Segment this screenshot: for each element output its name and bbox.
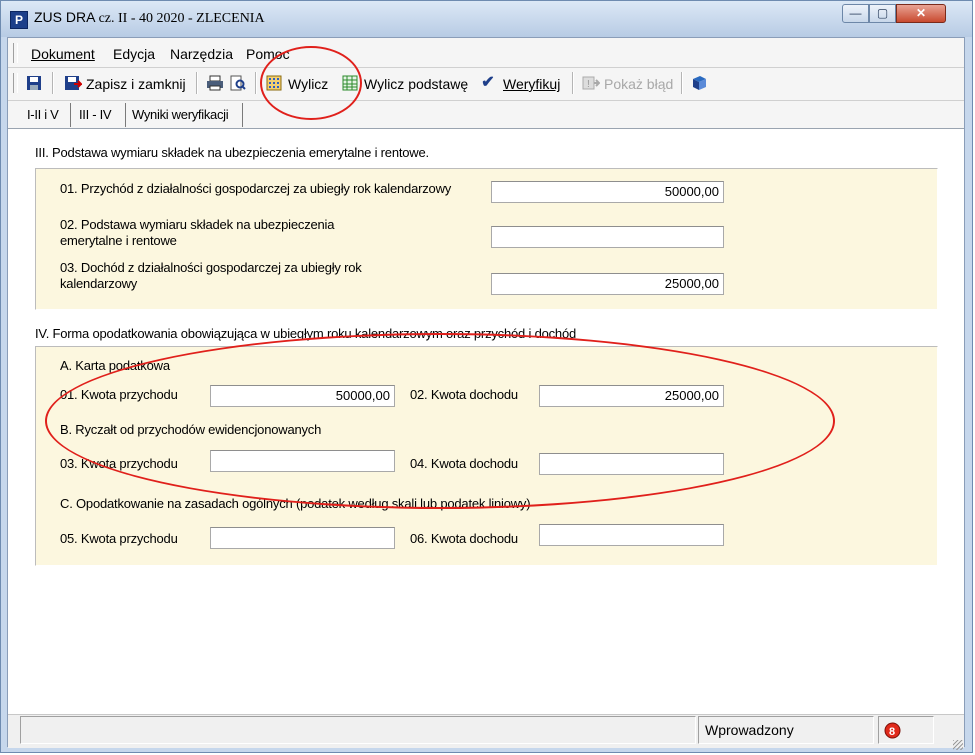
general-income-label: 05. Kwota przychodu	[60, 531, 178, 546]
tab-i-ii-v[interactable]: I-II i V	[27, 107, 59, 122]
status-panel-empty	[20, 716, 696, 744]
section-iii-title: III. Podstawa wymiaru składek na ubezpie…	[35, 145, 429, 160]
tab-iii-iv[interactable]: III - IV	[79, 107, 112, 122]
toolbar-separator	[196, 72, 198, 94]
preview-icon[interactable]	[230, 75, 246, 91]
window-title-prefix: ZUS DRA	[34, 9, 95, 25]
annotation-ellipse-section-a-b	[45, 333, 835, 509]
maximize-button[interactable]: ▢	[869, 4, 896, 23]
toolbar-grip[interactable]	[13, 73, 18, 93]
printer-icon[interactable]	[206, 75, 223, 91]
income-prior-year-label: 01. Przychód z działalności gospodarczej…	[60, 181, 452, 196]
checkmark-icon: ✔	[481, 74, 495, 91]
tab-separator	[125, 103, 126, 127]
contribution-base-field[interactable]	[491, 226, 724, 248]
toolbar-separator	[52, 72, 54, 94]
save-close-icon	[64, 75, 84, 91]
contribution-base-label: 02. Podstawa wymiaru składek na ubezpiec…	[60, 217, 334, 249]
profit-prior-year-label-line1: 03. Dochód z działalności gospodarczej z…	[60, 260, 362, 275]
verify-button[interactable]: Weryfikuj	[503, 76, 560, 92]
annotation-circle-calc	[260, 46, 362, 120]
status-state: Wprowadzony	[698, 716, 874, 744]
profit-prior-year-label: 03. Dochód z działalności gospodarczej z…	[60, 260, 362, 292]
tab-separator	[70, 103, 71, 127]
calc-base-button[interactable]: Wylicz podstawę	[364, 76, 468, 92]
income-prior-year-field[interactable]: 50000,00	[491, 181, 724, 203]
app-icon[interactable]: P	[10, 11, 28, 29]
toolbar-separator	[681, 72, 683, 94]
profit-prior-year-label-line2: kalendarzowy	[60, 276, 138, 291]
menu-grip[interactable]	[13, 43, 18, 63]
contribution-base-label-line1: 02. Podstawa wymiaru składek na ubezpiec…	[60, 217, 335, 232]
book-icon[interactable]	[691, 75, 707, 91]
window-title-main: cz. II - 40 2020 - ZLECENIA	[98, 11, 265, 26]
tab-verification-results[interactable]: Wyniki weryfikacji	[132, 107, 229, 122]
general-income-field[interactable]	[210, 527, 395, 549]
tab-separator	[242, 103, 243, 127]
toolbar-separator	[255, 72, 257, 94]
svg-text:!: !	[587, 79, 590, 90]
close-button[interactable]: ✕	[896, 4, 946, 23]
general-profit-field[interactable]	[539, 524, 724, 546]
menu-edycja[interactable]: Edycja	[113, 46, 155, 62]
svg-text:8: 8	[889, 726, 895, 738]
menu-dokument[interactable]: Dokument	[31, 46, 95, 62]
show-error-button[interactable]: Pokaż błąd	[604, 76, 673, 92]
general-profit-label: 06. Kwota dochodu	[410, 531, 518, 546]
resize-grip[interactable]	[953, 740, 963, 750]
floppy-icon[interactable]	[26, 75, 42, 91]
profit-prior-year-field[interactable]: 25000,00	[491, 273, 724, 295]
warning-icon: !	[582, 75, 601, 91]
window-title: ZUS DRA cz. II - 40 2020 - ZLECENIA	[34, 9, 265, 27]
minimize-button[interactable]: —	[842, 4, 869, 23]
contribution-base-label-line2: emerytalne i rentowe	[60, 233, 177, 248]
save-close-button[interactable]: Zapisz i zamknij	[86, 76, 186, 92]
alert-icon[interactable]: 8	[884, 722, 901, 739]
menu-narzedzia[interactable]: Narzędzia	[170, 46, 233, 62]
toolbar-separator	[572, 72, 574, 94]
